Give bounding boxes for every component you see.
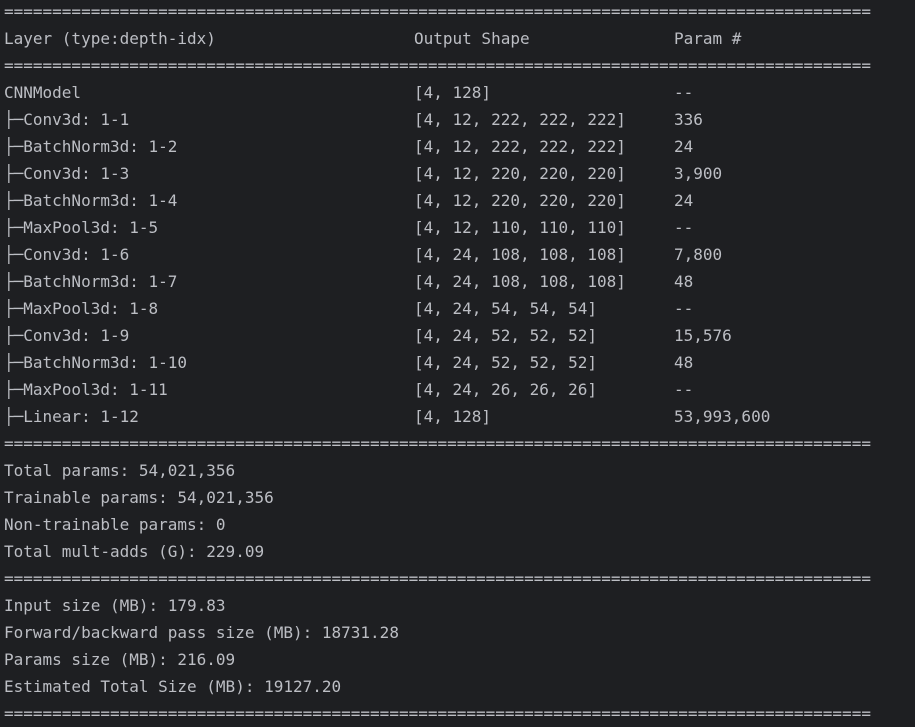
output-shape: [4, 12, 110, 110, 110] xyxy=(414,218,626,237)
header-param-count: Param # xyxy=(674,29,742,48)
forward-backward-size: Forward/backward pass size (MB): 18731.2… xyxy=(4,623,399,642)
layer-name: ├─Conv3d: 1-9 xyxy=(4,326,130,345)
table-row: ├─BatchNorm3d: 1-2 [4, 12, 222, 222, 222]… xyxy=(4,133,915,160)
table-row: ├─BatchNorm3d: 1-4 [4, 12, 220, 220, 220]… xyxy=(4,187,915,214)
output-shape: [4, 24, 52, 52, 52] xyxy=(414,326,598,345)
layer-name: ├─BatchNorm3d: 1-10 xyxy=(4,353,188,372)
table-row: ├─Conv3d: 1-1 [4, 12, 222, 222, 222] 336 xyxy=(4,106,915,133)
table-row: ├─BatchNorm3d: 1-10 [4, 24, 52, 52, 52] 48 xyxy=(4,349,915,376)
param-count: -- xyxy=(674,380,694,399)
output-shape: [4, 24, 26, 26, 26] xyxy=(414,380,598,399)
output-shape: [4, 12, 220, 220, 220] xyxy=(414,164,626,183)
table-row: ├─MaxPool3d: 1-11 [4, 24, 26, 26, 26] -- xyxy=(4,376,915,403)
layer-name: ├─Linear: 1-12 xyxy=(4,407,139,426)
separator-line: ========================================… xyxy=(4,434,871,453)
total-mult-adds: Total mult-adds (G): 229.09 xyxy=(4,542,265,561)
param-count: 3,900 xyxy=(674,164,723,183)
table-row: ├─Conv3d: 1-3 [4, 12, 220, 220, 220] 3,900 xyxy=(4,160,915,187)
layer-rows: CNNModel [4, 128] -- ├─Conv3d: 1-1 [4, 12, 2… xyxy=(4,79,915,430)
param-count: 15,576 xyxy=(674,326,732,345)
header-layer: Layer (type:depth-idx) xyxy=(4,29,216,48)
table-row: ├─BatchNorm3d: 1-7 [4, 24, 108, 108, 108]… xyxy=(4,268,915,295)
param-count: 24 xyxy=(674,137,694,156)
table-row: CNNModel [4, 128] -- xyxy=(4,79,915,106)
output-shape: [4, 12, 220, 220, 220] xyxy=(414,191,626,210)
param-count: 24 xyxy=(674,191,694,210)
separator-line: ========================================… xyxy=(4,569,871,588)
param-count: 48 xyxy=(674,272,694,291)
table-row: ├─Conv3d: 1-9 [4, 24, 52, 52, 52] 15,576 xyxy=(4,322,915,349)
table-row: ├─Conv3d: 1-6 [4, 24, 108, 108, 108] 7,800 xyxy=(4,241,915,268)
output-shape: [4, 24, 54, 54, 54] xyxy=(414,299,598,318)
table-row: ├─Linear: 1-12 [4, 128] 53,993,600 xyxy=(4,403,915,430)
layer-name: ├─Conv3d: 1-6 xyxy=(4,245,130,264)
output-shape: [4, 12, 222, 222, 222] xyxy=(414,137,626,156)
layer-name: ├─MaxPool3d: 1-5 xyxy=(4,218,159,237)
params-size: Params size (MB): 216.09 xyxy=(4,650,236,669)
table-row: ├─MaxPool3d: 1-5 [4, 12, 110, 110, 110] -- xyxy=(4,214,915,241)
console-output: ========================================… xyxy=(0,0,915,727)
layer-name: ├─Conv3d: 1-1 xyxy=(4,110,130,129)
layer-name: ├─MaxPool3d: 1-8 xyxy=(4,299,159,318)
layer-name: CNNModel xyxy=(4,83,82,102)
total-params: Total params: 54,021,356 xyxy=(4,461,236,480)
output-shape: [4, 12, 222, 222, 222] xyxy=(414,110,626,129)
output-shape: [4, 128] xyxy=(414,83,492,102)
layer-name: ├─BatchNorm3d: 1-2 xyxy=(4,137,178,156)
non-trainable-params: Non-trainable params: 0 xyxy=(4,515,226,534)
output-shape: [4, 24, 108, 108, 108] xyxy=(414,245,626,264)
table-header: Layer (type:depth-idx) Output Shape Para… xyxy=(4,25,915,52)
param-count: 53,993,600 xyxy=(674,407,771,426)
output-shape: [4, 24, 108, 108, 108] xyxy=(414,272,626,291)
param-count: -- xyxy=(674,299,694,318)
header-output-shape: Output Shape xyxy=(414,29,530,48)
layer-name: ├─BatchNorm3d: 1-7 xyxy=(4,272,178,291)
separator-line: ========================================… xyxy=(4,56,871,75)
param-count: -- xyxy=(674,83,694,102)
separator-line: ========================================… xyxy=(4,2,871,21)
param-count: 7,800 xyxy=(674,245,723,264)
layer-name: ├─MaxPool3d: 1-11 xyxy=(4,380,168,399)
trainable-params: Trainable params: 54,021,356 xyxy=(4,488,274,507)
param-count: 336 xyxy=(674,110,703,129)
layer-name: ├─BatchNorm3d: 1-4 xyxy=(4,191,178,210)
param-count: 48 xyxy=(674,353,694,372)
input-size: Input size (MB): 179.83 xyxy=(4,596,226,615)
output-shape: [4, 128] xyxy=(414,407,492,426)
param-count: -- xyxy=(674,218,694,237)
table-row: ├─MaxPool3d: 1-8 [4, 24, 54, 54, 54] -- xyxy=(4,295,915,322)
estimated-total-size: Estimated Total Size (MB): 19127.20 xyxy=(4,677,342,696)
layer-name: ├─Conv3d: 1-3 xyxy=(4,164,130,183)
separator-line: ========================================… xyxy=(4,704,871,723)
output-shape: [4, 24, 52, 52, 52] xyxy=(414,353,598,372)
